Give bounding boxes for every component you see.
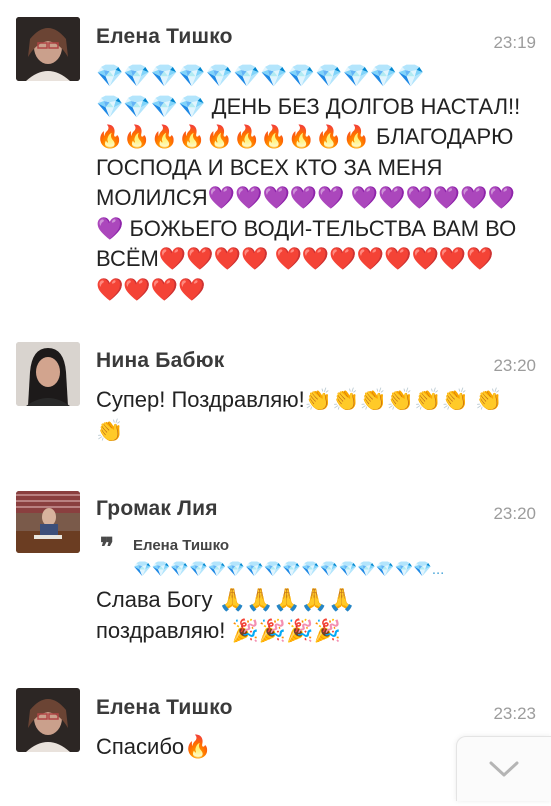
scroll-to-bottom-button[interactable] <box>456 736 551 801</box>
avatar-photo <box>16 17 80 81</box>
quote-text[interactable]: 💎💎💎💎💎💎💎💎💎💎💎💎💎💎💎💎... <box>133 560 493 578</box>
avatar[interactable] <box>16 342 80 406</box>
timestamp: 23:20 <box>493 356 536 375</box>
message-text: Слава Богу 🙏🙏🙏🙏🙏 поздравляю! 🎉🎉🎉🎉 <box>96 587 356 643</box>
message-text: 💎💎💎💎💎💎💎💎💎💎💎💎 💎💎💎💎 ДЕНЬ БЕЗ ДОЛГОВ НАСТАЛ… <box>96 63 521 302</box>
timestamp: 23:23 <box>493 704 536 723</box>
chevron-down-icon <box>489 761 519 777</box>
avatar-photo <box>16 342 80 406</box>
timestamp: 23:19 <box>493 33 536 52</box>
quote-icon: ❞ <box>100 533 114 563</box>
quote-author[interactable]: Елена Тишко <box>133 537 229 554</box>
timestamp: 23:20 <box>493 504 536 523</box>
author-name[interactable]: Елена Тишко <box>96 25 233 49</box>
author-name[interactable]: Громак Лия <box>96 497 218 521</box>
avatar[interactable] <box>16 491 80 553</box>
author-name[interactable]: Нина Бабюк <box>96 349 224 373</box>
avatar-photo <box>16 491 80 553</box>
avatar-photo <box>16 688 80 752</box>
message-text: Супер! Поздравляю!👏👏👏👏👏👏 👏👏 <box>96 387 503 443</box>
author-name[interactable]: Елена Тишко <box>96 696 233 720</box>
avatar[interactable] <box>16 17 80 81</box>
avatar[interactable] <box>16 688 80 752</box>
